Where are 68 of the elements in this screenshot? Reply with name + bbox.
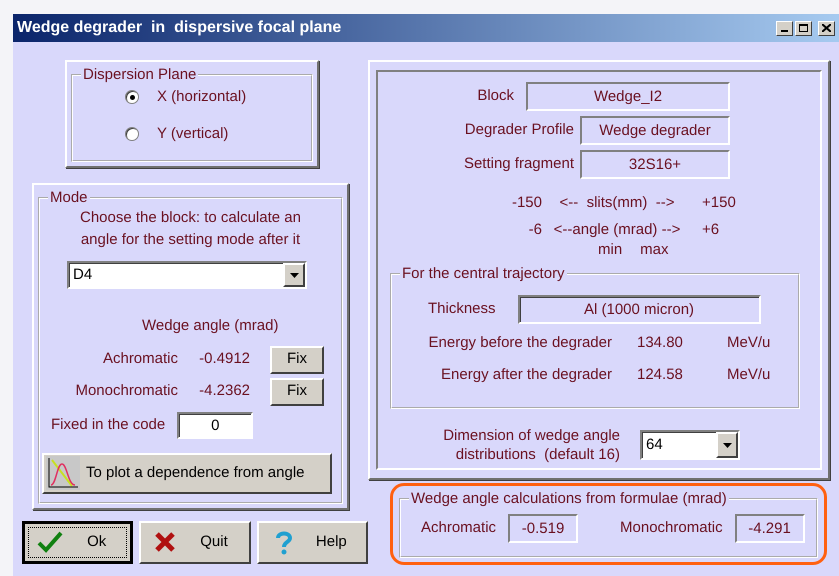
value-field: 32S16+ bbox=[580, 150, 730, 179]
option-label: X (horizontal) bbox=[157, 87, 246, 107]
range-label: min bbox=[598, 243, 622, 257]
value-text: -4.2362 bbox=[198, 381, 250, 402]
value-field: Wedge_I2 bbox=[526, 82, 730, 111]
fix-button[interactable]: Fix bbox=[270, 346, 324, 374]
value-text: 124.58 bbox=[637, 364, 684, 384]
dropdown-arrow-button[interactable] bbox=[716, 432, 738, 458]
caret-icon bbox=[290, 272, 298, 278]
radio-option[interactable]: Y (vertical) bbox=[125, 122, 303, 145]
range-label: max bbox=[640, 243, 669, 257]
value-text: 134.80 bbox=[637, 333, 684, 353]
value-text: -0.4912 bbox=[198, 349, 250, 370]
dropdown-arrow-button[interactable] bbox=[283, 263, 305, 287]
minimize-icon bbox=[781, 30, 788, 32]
caret-icon bbox=[722, 442, 732, 448]
minimize-button[interactable] bbox=[776, 20, 793, 36]
maximize-icon bbox=[798, 24, 808, 32]
field-label: Degrader Profile bbox=[464, 120, 574, 140]
range-value: -150 bbox=[510, 193, 542, 213]
field-label: Thickness bbox=[428, 299, 496, 320]
block-dropdown[interactable]: D4 bbox=[67, 261, 307, 289]
group-label: Dispersion Plane bbox=[82, 66, 198, 84]
value-field: Al (1000 micron) bbox=[518, 295, 761, 324]
close-icon bbox=[822, 24, 831, 32]
radio-button[interactable] bbox=[125, 126, 139, 141]
group-label: Wedge angle calculations from formulae (mrad) bbox=[410, 490, 728, 508]
maximize-button[interactable] bbox=[795, 20, 812, 36]
chart-icon bbox=[46, 456, 80, 490]
range-value: +6 bbox=[702, 220, 720, 240]
fix-button[interactable]: Fix bbox=[270, 378, 324, 406]
value-field: -0.519 bbox=[508, 514, 578, 543]
unit-text: MeV/u bbox=[727, 333, 770, 353]
check-icon bbox=[37, 530, 63, 555]
field-label: Monochromatic bbox=[74, 381, 178, 402]
range-caption: <-- slits(mm) --> bbox=[558, 193, 676, 213]
instruction-text: Choose the block: to calculate an angle for the setting mode after it bbox=[79, 208, 302, 250]
dimension-dropdown[interactable]: 64 bbox=[640, 430, 740, 460]
plot-button[interactable]: To plot a dependence from angle bbox=[42, 452, 332, 494]
unit-text: MeV/u bbox=[727, 364, 770, 384]
field-label: Achromatic bbox=[102, 349, 178, 370]
help-button[interactable]: Help bbox=[256, 521, 368, 564]
value-field: Wedge degrader bbox=[580, 116, 730, 145]
field-label: Block bbox=[477, 86, 514, 106]
field-label: Energy before the degrader bbox=[428, 333, 612, 353]
value-field: -4.291 bbox=[734, 514, 805, 543]
input-field[interactable]: 0 bbox=[177, 412, 254, 438]
close-button[interactable] bbox=[818, 20, 835, 36]
radio-option[interactable]: X (horizontal) bbox=[125, 86, 303, 108]
field-label: Setting fragment bbox=[464, 154, 574, 174]
field-label: Energy after the degrader bbox=[440, 364, 612, 384]
range-caption: <--angle (mrad) --> bbox=[552, 220, 682, 240]
window-title: Wedge degrader in dispersive focal plane bbox=[17, 18, 342, 38]
group-label: For the central trajectory bbox=[401, 265, 566, 283]
field-label: Fixed in the code bbox=[51, 414, 166, 435]
section-heading: Wedge angle (mrad) bbox=[142, 316, 280, 336]
selected-value: 64 bbox=[645, 435, 664, 455]
ok-button[interactable]: Ok bbox=[22, 521, 134, 564]
range-value: -6 bbox=[528, 220, 542, 240]
selected-value: D4 bbox=[72, 265, 94, 285]
radio-button[interactable] bbox=[125, 90, 139, 104]
range-value: +150 bbox=[702, 193, 736, 213]
field-label: Monochromatic bbox=[620, 518, 723, 538]
quit-button[interactable]: Quit bbox=[139, 521, 251, 564]
field-label: Dimension of wedge angle distributions (default 16) bbox=[442, 426, 620, 464]
group-label: Mode bbox=[49, 189, 89, 207]
option-label: Y (vertical) bbox=[157, 124, 228, 144]
field-label: Achromatic bbox=[421, 518, 496, 538]
